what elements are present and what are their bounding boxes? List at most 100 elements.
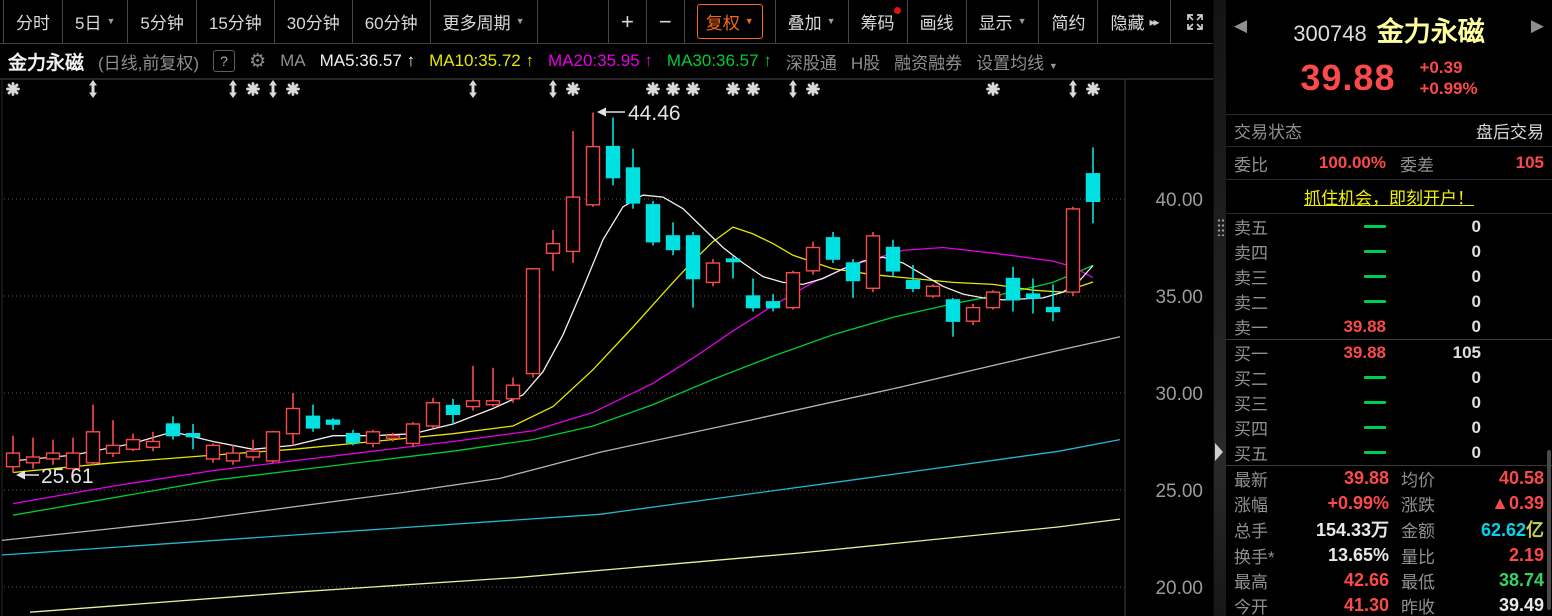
candle: [347, 430, 360, 446]
display-button[interactable]: 显示▼: [967, 0, 1040, 43]
price-annotation: 25.61: [16, 465, 94, 488]
level-volume: 105: [1386, 343, 1481, 363]
stat-value: 39.49: [1435, 595, 1544, 616]
period-tab-5min[interactable]: 5分钟: [128, 0, 196, 43]
notification-dot-icon: [894, 7, 901, 14]
zoom-in-button[interactable]: +: [609, 0, 647, 43]
period-tab-more[interactable]: 更多周期▼: [431, 0, 538, 43]
candle: [947, 298, 960, 337]
draw-line-button[interactable]: 画线: [908, 0, 967, 43]
bid-row[interactable]: 买一39.88105: [1226, 340, 1552, 365]
prev-stock-arrow-icon[interactable]: ◀: [1234, 16, 1247, 36]
caret-down-icon: ▼: [827, 17, 836, 26]
event-star-icon[interactable]: [648, 84, 659, 95]
candlestick-chart[interactable]: 40.0035.0030.0025.0020.0044.4625.61: [0, 79, 1213, 616]
candle: [1087, 147, 1100, 223]
zoom-out-button[interactable]: −: [647, 0, 685, 43]
ma-settings-button[interactable]: 设置均线 ▼: [976, 49, 1058, 74]
stat-最新: 最新39.88: [1234, 466, 1389, 491]
up-arrow-icon: ↑: [526, 51, 535, 70]
ask-row[interactable]: 卖四0: [1226, 239, 1552, 264]
stat-label: 最低: [1401, 568, 1435, 593]
event-updown-icon[interactable]: [89, 80, 97, 98]
collapse-panel-arrow-icon[interactable]: [1215, 443, 1223, 461]
bid-row[interactable]: 买二0: [1226, 365, 1552, 390]
svg-text:44.46: 44.46: [628, 102, 681, 125]
level-label: 卖五: [1234, 214, 1286, 239]
chart-stock-name: 金力永磁: [8, 48, 84, 75]
ask-row[interactable]: 卖一39.880: [1226, 314, 1552, 339]
panel-scrollbar[interactable]: [1547, 450, 1551, 610]
stock-name: 金力永磁: [1377, 10, 1485, 49]
ma5-value: MA5:36.57 ↑: [320, 51, 415, 71]
candle: [7, 436, 20, 473]
simple-mode-button[interactable]: 简约: [1039, 0, 1098, 43]
event-star-icon[interactable]: [248, 84, 259, 95]
adjust-price-button[interactable]: 复权▼: [685, 0, 776, 43]
ask-row[interactable]: 卖二0: [1226, 289, 1552, 314]
event-star-icon[interactable]: [988, 84, 999, 95]
gear-icon[interactable]: ⚙: [249, 50, 266, 73]
event-star-icon[interactable]: [1088, 84, 1099, 95]
stock-code: 300748: [1293, 21, 1366, 47]
candle: [1027, 279, 1040, 314]
next-stock-arrow-icon[interactable]: ▶: [1531, 16, 1544, 36]
ask-row[interactable]: 卖三0: [1226, 264, 1552, 289]
candle: [867, 232, 880, 292]
link-margin-trading[interactable]: 融资融券: [894, 49, 962, 74]
candle: [187, 424, 200, 449]
level-label: 卖三: [1234, 264, 1286, 289]
caret-down-icon: ▼: [106, 17, 115, 26]
empty-level-dash-icon: [1364, 225, 1386, 228]
y-axis-label: 35.00: [1155, 287, 1203, 308]
open-account-link[interactable]: 抓住机会，即刻开户！: [1304, 184, 1474, 209]
link-h-shares[interactable]: H股: [851, 49, 880, 74]
event-star-icon[interactable]: [668, 84, 679, 95]
link-shenzhen-connect[interactable]: 深股通: [786, 49, 837, 74]
candle: [127, 434, 140, 452]
period-tab-30min[interactable]: 30分钟: [275, 0, 353, 43]
fullscreen-button[interactable]: [1171, 0, 1219, 43]
ask-row[interactable]: 卖五0: [1226, 214, 1552, 239]
y-axis-label: 30.00: [1155, 384, 1203, 405]
event-star-icon[interactable]: [748, 84, 759, 95]
event-star-icon[interactable]: [8, 84, 19, 95]
event-star-icon[interactable]: [808, 84, 819, 95]
period-tab-5day[interactable]: 5日▼: [63, 0, 128, 43]
event-updown-icon[interactable]: [229, 80, 237, 98]
candle: [627, 149, 640, 209]
bid-row[interactable]: 买三0: [1226, 390, 1552, 415]
stat-label: 换手*: [1234, 543, 1275, 568]
candle: [107, 420, 120, 457]
period-tab-60min[interactable]: 60分钟: [353, 0, 431, 43]
price-change: +0.39 +0.99%: [1419, 57, 1477, 99]
event-updown-icon[interactable]: [269, 80, 277, 98]
candle: [367, 430, 380, 447]
event-updown-icon[interactable]: [549, 80, 557, 98]
event-star-icon[interactable]: [288, 84, 299, 95]
help-icon[interactable]: ?: [213, 50, 235, 72]
candle: [667, 222, 680, 255]
event-star-icon[interactable]: [688, 84, 699, 95]
event-updown-icon[interactable]: [1069, 80, 1077, 98]
hide-button[interactable]: 隐藏▸▸: [1098, 0, 1170, 43]
period-tab-15min[interactable]: 15分钟: [197, 0, 275, 43]
ma-indicator-title[interactable]: MA: [280, 51, 306, 71]
splitter-grip-icon: [1217, 218, 1224, 236]
period-tab-fenshi[interactable]: 分时: [4, 0, 63, 43]
level-volume: 0: [1386, 292, 1481, 312]
change-percent: +0.99%: [1419, 78, 1477, 99]
event-star-icon[interactable]: [728, 84, 739, 95]
event-star-icon[interactable]: [568, 84, 579, 95]
stat-value: 42.66: [1268, 570, 1389, 591]
bid-row[interactable]: 买四0: [1226, 415, 1552, 440]
event-updown-icon[interactable]: [469, 80, 477, 98]
ma30-value: MA30:36.57 ↑: [667, 51, 772, 71]
stat-量比: 量比2.19: [1389, 542, 1544, 567]
event-updown-icon[interactable]: [789, 80, 797, 98]
overlay-button[interactable]: 叠加▼: [776, 0, 849, 43]
up-arrow-icon: ↑: [763, 51, 772, 70]
bid-row[interactable]: 买五0: [1226, 440, 1552, 465]
chips-button[interactable]: 筹码: [849, 0, 908, 43]
candle: [227, 445, 240, 464]
